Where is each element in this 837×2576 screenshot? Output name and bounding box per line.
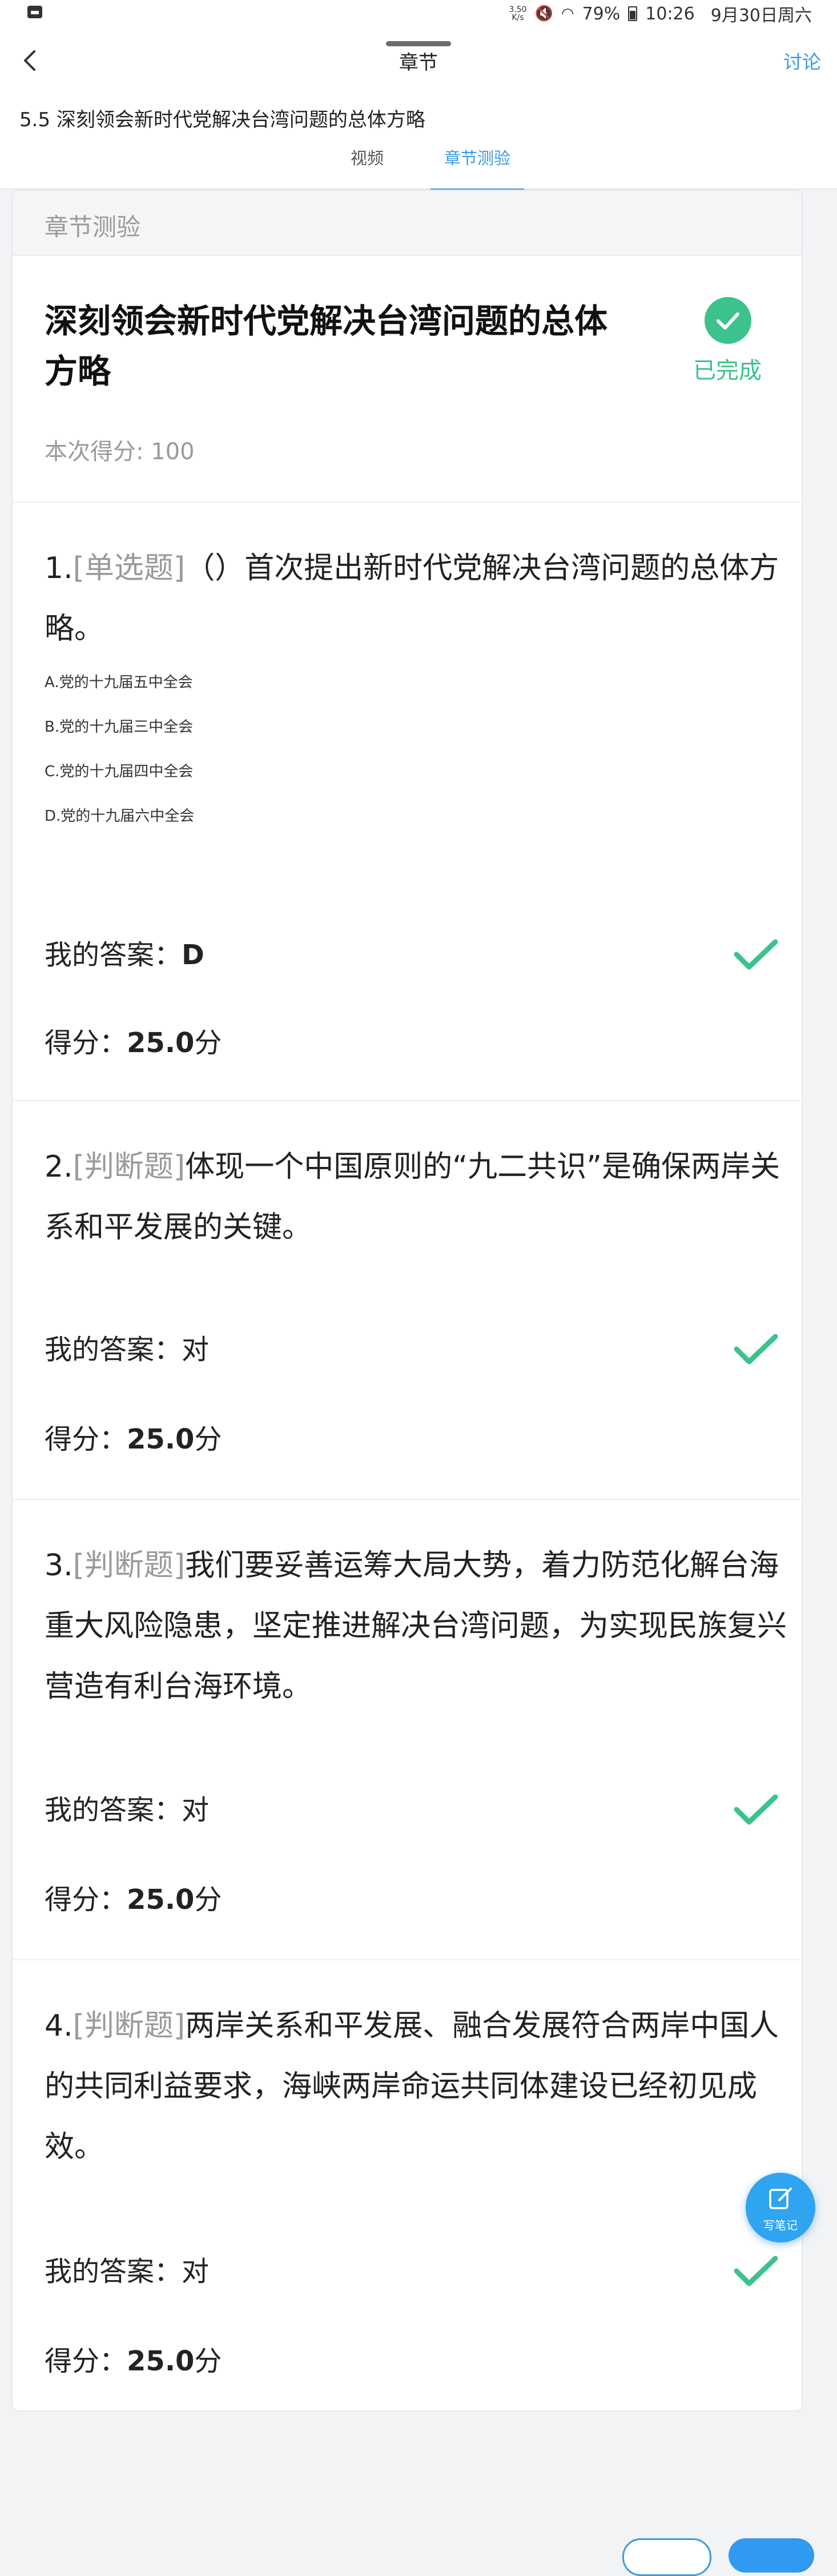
chevron-left-icon	[24, 50, 35, 71]
drag-handle[interactable]	[386, 41, 451, 46]
status-bar: 3.50 K/s 🔇 ◠ 79% 10:26 9月30日周六	[0, 0, 837, 30]
question-number: 3.	[45, 1548, 73, 1583]
completed-check-icon	[705, 297, 751, 344]
quiz-title: 深刻领会新时代党解决台湾问题的总体方略	[45, 302, 608, 391]
answer-row: 我的答案：对	[45, 1790, 781, 1830]
tab-video[interactable]: 视频	[337, 139, 397, 188]
question-type: [单选题]	[73, 551, 186, 585]
score-value: 25.0	[127, 1027, 195, 1059]
correct-check-icon	[731, 935, 781, 975]
battery-percent: 79%	[582, 3, 621, 24]
score-unit: 分	[194, 1027, 222, 1059]
page-title: 章节	[399, 51, 438, 74]
question-1: 1.[单选题]（）首次提出新时代党解决台湾问题的总体方略。 A.党的十九届五中全…	[13, 503, 802, 1101]
clock: 10:26	[645, 3, 695, 24]
option-a: A.党的十九届五中全会	[45, 674, 193, 691]
option-d: D.党的十九届六中全会	[45, 808, 195, 825]
score-label: 得分：	[45, 1884, 127, 1916]
answer-row: 我的答案：对	[45, 1330, 781, 1370]
answer-value: 对	[182, 2256, 210, 2288]
bottom-outline-button[interactable]	[622, 2538, 711, 2576]
correct-check-icon	[731, 2252, 781, 2292]
score-unit: 分	[194, 1884, 222, 1916]
option-c: C.党的十九届四中全会	[45, 763, 194, 780]
quiz-summary: 深刻领会新时代党解决台湾问题的总体方略 已完成 本次得分: 100	[13, 256, 802, 503]
score-label: 得分：	[45, 1423, 127, 1455]
score-row: 得分：25.0分	[45, 1877, 222, 1917]
question-text: 2.[判断题]体现一个中国原则的“九二共识”是确保两岸关系和平发展的关键。	[45, 1137, 787, 1258]
question-type: [判断题]	[73, 2009, 186, 2043]
bottom-primary-button[interactable]	[729, 2538, 814, 2573]
answer-value: D	[182, 939, 204, 971]
wifi-icon: ◠	[561, 5, 574, 22]
score-unit: 分	[194, 1423, 222, 1455]
mute-icon: 🔇	[534, 5, 553, 22]
answer-value: 对	[182, 1794, 210, 1826]
completed-status: 已完成	[693, 358, 762, 384]
answer-label: 我的答案：	[45, 1334, 182, 1366]
score-value: 25.0	[127, 2345, 195, 2377]
question-number: 4.	[45, 2009, 73, 2043]
question-type: [判断题]	[73, 1150, 186, 1184]
score-unit: 分	[194, 2345, 222, 2377]
answer-value: 对	[182, 1334, 210, 1366]
answer-row: 我的答案：D	[45, 935, 781, 975]
gallery-notification-icon	[27, 6, 42, 18]
option-b: B.党的十九届三中全会	[45, 719, 194, 736]
question-text: 4.[判断题]两岸关系和平发展、融合发展符合两岸中国人的共同利益要求，海峡两岸命…	[45, 1996, 787, 2177]
score-row: 得分：25.0分	[45, 1417, 222, 1456]
question-3: 3.[判断题]我们要妥善运筹大局大势，着力防范化解台海重大风险隐患，坚定推进解决…	[13, 1500, 802, 1960]
net-speed-value: 3.50	[509, 5, 527, 14]
correct-check-icon	[731, 1790, 781, 1830]
correct-check-icon	[731, 1330, 781, 1370]
net-speed: 3.50 K/s	[509, 6, 526, 22]
score-label: 得分：	[45, 2345, 127, 2377]
question-number: 1.	[45, 551, 73, 585]
write-note-label: 写笔记	[763, 2218, 798, 2232]
score-label: 得分：	[45, 1027, 127, 1059]
tab-bar: 视频 章节测验	[337, 139, 525, 191]
section-label: 章节测验	[45, 213, 141, 241]
tab-chapter-quiz[interactable]: 章节测验	[430, 139, 525, 191]
question-4: 4.[判断题]两岸关系和平发展、融合发展符合两岸中国人的共同利益要求，海峡两岸命…	[13, 1960, 802, 2410]
date: 9月30日周六	[710, 6, 812, 26]
answer-label: 我的答案：	[45, 939, 182, 971]
question-2: 2.[判断题]体现一个中国原则的“九二共识”是确保两岸关系和平发展的关键。 我的…	[13, 1101, 802, 1500]
score-row: 得分：25.0分	[45, 1020, 222, 1060]
edit-note-icon	[769, 2188, 792, 2209]
net-speed-unit: K/s	[512, 13, 524, 22]
total-score: 本次得分: 100	[45, 439, 195, 465]
back-button[interactable]	[14, 43, 48, 78]
chapter-title: 5.5 深刻领会新时代党解决台湾问题的总体方略	[19, 109, 425, 131]
status-indicators: 3.50 K/s 🔇 ◠ 79% 10:26 9月30日周六	[509, 3, 812, 26]
score-value: 25.0	[127, 1884, 195, 1916]
score-row: 得分：25.0分	[45, 2338, 222, 2378]
score-value: 25.0	[127, 1423, 195, 1455]
quiz-card: 章节测验 深刻领会新时代党解决台湾问题的总体方略 已完成 本次得分: 100 1…	[11, 190, 803, 2412]
option-list: A.党的十九届五中全会 B.党的十九届三中全会 C.党的十九届四中全会 D.党的…	[45, 660, 194, 838]
write-note-button[interactable]: 写笔记	[746, 2173, 815, 2242]
nav-bar: 章节 讨论	[0, 30, 837, 89]
question-text: 1.[单选题]（）首次提出新时代党解决台湾问题的总体方略。	[45, 538, 787, 659]
answer-label: 我的答案：	[45, 1794, 182, 1826]
battery-icon	[628, 6, 638, 21]
answer-row: 我的答案：对	[45, 2252, 781, 2292]
question-number: 2.	[45, 1150, 73, 1184]
discuss-link[interactable]: 讨论	[783, 47, 821, 74]
card-header: 章节测验	[13, 191, 802, 256]
chapter-header: 5.5 深刻领会新时代党解决台湾问题的总体方略 视频 章节测验	[0, 89, 837, 191]
question-text: 3.[判断题]我们要妥善运筹大局大势，着力防范化解台海重大风险隐患，坚定推进解决…	[45, 1535, 787, 1717]
answer-label: 我的答案：	[45, 2256, 182, 2288]
question-type: [判断题]	[73, 1548, 186, 1583]
